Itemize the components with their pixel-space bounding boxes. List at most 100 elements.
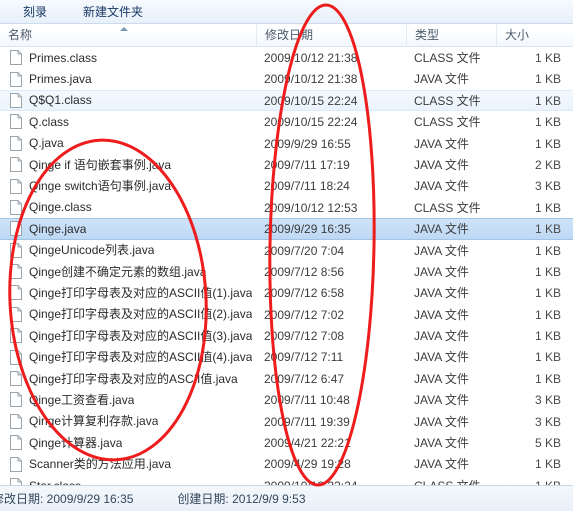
file-type: JAVA 文件 bbox=[414, 222, 469, 237]
new-folder-button[interactable]: 新建文件夹 bbox=[72, 0, 154, 23]
column-header-name[interactable]: 名称 bbox=[0, 24, 256, 47]
file-name-cell[interactable]: Primes.class bbox=[0, 48, 256, 67]
file-name-cell[interactable]: Q$Q1.class bbox=[0, 91, 256, 110]
file-name-cell[interactable]: Qinge工资查看.java bbox=[0, 390, 256, 409]
file-modified-date: 2009/7/20 7:04 bbox=[264, 243, 345, 258]
file-name-label: QingeUnicode列表.java bbox=[29, 243, 155, 258]
file-row[interactable]: Qinge工资查看.java 2009/7/11 10:48 JAVA 文件 3 KB bbox=[0, 389, 573, 410]
file-modified-date: 2009/7/12 6:47 bbox=[264, 371, 345, 386]
file-name-label: Q.class bbox=[29, 114, 70, 129]
column-header-row: 名称 修改日期 类型 大小 bbox=[0, 23, 573, 47]
file-type: JAVA 文件 bbox=[414, 157, 469, 172]
file-row[interactable]: Qinge计算复利存款.java 2009/7/11 19:39 JAVA 文件 3 … bbox=[0, 411, 573, 432]
file-modified-date: 2009/10/15 22:24 bbox=[264, 115, 358, 130]
file-name-label: Qinge.class bbox=[29, 200, 92, 215]
file-icon bbox=[10, 178, 22, 194]
file-icon bbox=[10, 349, 22, 365]
file-icon bbox=[10, 71, 22, 87]
file-list[interactable]: Primes.class 2009/10/12 21:38 CLASS 文件 1 KB… bbox=[0, 47, 573, 485]
file-modified-date: 2009/7/11 18:24 bbox=[264, 179, 350, 194]
file-icon bbox=[10, 478, 22, 485]
file-name-cell[interactable]: Qinge打印字母表及对应的ASCII值(1).java bbox=[0, 283, 256, 302]
file-row[interactable]: Qinge打印字母表及对应的ASCII值.java 2009/7/12 6:47 J… bbox=[0, 368, 573, 389]
file-name-label: Qinge switch语句事例.java bbox=[29, 179, 172, 194]
file-type: JAVA 文件 bbox=[414, 393, 469, 408]
file-name-cell[interactable]: Q.class bbox=[0, 112, 256, 131]
file-type: JAVA 文件 bbox=[414, 243, 469, 258]
file-name-cell[interactable]: Qinge.class bbox=[0, 198, 256, 217]
file-row[interactable]: Star.class 2009/10/12 22:24CLASS 文件1 KB bbox=[0, 475, 573, 485]
file-icon bbox=[10, 199, 22, 215]
file-type: JAVA 文件 bbox=[414, 457, 469, 472]
file-modified-date: 2009/7/12 6:58 bbox=[264, 286, 345, 301]
file-row[interactable]: Q.java 2009/9/29 16:55 JAVA 文件 1 KB bbox=[0, 133, 573, 154]
file-name-cell[interactable]: Qinge打印字母表及对应的ASCII值.java bbox=[0, 369, 256, 388]
file-name-label: Star.class bbox=[29, 476, 81, 485]
file-name-label: Qinge打印字母表及对应的ASCII值(3).java bbox=[29, 328, 253, 343]
file-name-cell[interactable]: Primes.java bbox=[0, 69, 256, 88]
file-icon bbox=[10, 306, 22, 322]
file-row[interactable]: Q.class 2009/10/15 22:24 CLASS 文件 1 KB bbox=[0, 111, 573, 132]
detail-modified-date: 修改日期: 2009/9/29 16:35 bbox=[0, 492, 134, 506]
file-icon bbox=[10, 264, 22, 280]
file-row[interactable]: QingeUnicode列表.java 2009/7/20 7:04 JAVA 文件… bbox=[0, 240, 573, 261]
file-row[interactable]: Qinge.class 2009/10/12 12:53 CLASS 文件 1 KB bbox=[0, 197, 573, 218]
file-name-cell[interactable]: Qinge创建不确定元素的数组.java bbox=[0, 262, 256, 281]
file-size: 1 KB bbox=[534, 457, 561, 472]
file-type: JAVA 文件 bbox=[414, 307, 469, 322]
file-name-label: Qinge计算器.java bbox=[29, 435, 123, 450]
column-header-size[interactable]: 大小 bbox=[496, 23, 573, 47]
file-row[interactable]: Q$Q1.class 2009/10/15 22:24 CLASS 文件 1 KB bbox=[0, 89, 573, 112]
file-name-cell[interactable]: Scanner类的方法应用.java bbox=[0, 454, 256, 473]
file-row[interactable]: Qinge switch语句事例.java 2009/7/11 18:24 JAVA… bbox=[0, 175, 573, 196]
file-modified-date: 2009/7/12 7:02 bbox=[264, 307, 345, 322]
file-name-cell[interactable]: Qinge.java bbox=[0, 219, 256, 238]
sort-ascending-icon bbox=[120, 26, 128, 31]
file-modified-date: 2009/10/12 12:53 bbox=[264, 200, 358, 215]
file-modified-date: 2009/4/21 22:21 bbox=[264, 436, 351, 451]
file-modified-date: 2009/9/29 16:55 bbox=[264, 136, 351, 151]
file-icon bbox=[10, 435, 22, 451]
file-row[interactable]: Scanner类的方法应用.java 2009/4/29 19:28 JAVA 文件… bbox=[0, 453, 573, 474]
file-name-cell[interactable]: QingeUnicode列表.java bbox=[0, 241, 256, 260]
file-size: 1 KB bbox=[534, 72, 561, 87]
file-row[interactable]: Qinge计算器.java 2009/4/21 22:21 JAVA 文件 5 KB bbox=[0, 432, 573, 453]
file-row[interactable]: Qinge创建不确定元素的数组.java 2009/7/12 8:56 JAVA 文… bbox=[0, 261, 573, 282]
file-type: JAVA 文件 bbox=[414, 264, 469, 279]
file-name-cell[interactable]: Qinge if 语句嵌套事例.java bbox=[0, 155, 256, 174]
file-size: 1 KB bbox=[534, 286, 561, 301]
column-header-date[interactable]: 修改日期 bbox=[256, 23, 406, 47]
file-name-label: Primes.class bbox=[29, 50, 98, 65]
file-row[interactable]: Qinge打印字母表及对应的ASCII值(2).java 2009/7/12 7:… bbox=[0, 304, 573, 325]
file-size: 3 KB bbox=[534, 414, 561, 429]
file-row[interactable]: Qinge打印字母表及对应的ASCII值(4).java 2009/7/12 7:… bbox=[0, 346, 573, 367]
file-row[interactable]: Qinge打印字母表及对应的ASCII值(1).java 2009/7/12 6:… bbox=[0, 282, 573, 303]
file-type: JAVA 文件 bbox=[414, 179, 469, 194]
file-modified-date: 2009/10/12 22:24 bbox=[256, 476, 406, 485]
file-name-cell[interactable]: Star.class bbox=[0, 476, 256, 485]
file-name-cell[interactable]: Qinge switch语句事例.java bbox=[0, 176, 256, 195]
file-type: JAVA 文件 bbox=[414, 436, 469, 451]
file-name-cell[interactable]: Qinge打印字母表及对应的ASCII值(4).java bbox=[0, 347, 256, 366]
column-header-name-label: 名称 bbox=[8, 27, 33, 42]
details-pane: 修改日期: 2009/9/29 16:35 创建日期: 2012/9/9 9:5… bbox=[0, 485, 573, 511]
file-name-label: Qinge打印字母表及对应的ASCII值.java bbox=[29, 371, 238, 386]
file-modified-date: 2009/4/29 19:28 bbox=[264, 457, 351, 472]
file-name-cell[interactable]: Qinge计算器.java bbox=[0, 433, 256, 452]
column-header-type[interactable]: 类型 bbox=[406, 23, 496, 47]
file-row[interactable]: Qinge if 语句嵌套事例.java 2009/7/11 17:19 JAVA … bbox=[0, 154, 573, 175]
file-name-label: Primes.java bbox=[29, 72, 92, 87]
burn-button[interactable]: 刻录 bbox=[12, 0, 58, 23]
file-row[interactable]: Qinge.java 2009/9/29 16:35 JAVA 文件 1 KB bbox=[0, 218, 573, 240]
file-icon bbox=[10, 413, 22, 429]
file-name-cell[interactable]: Q.java bbox=[0, 134, 256, 153]
file-name-label: Q.java bbox=[29, 136, 64, 151]
file-row[interactable]: Primes.class 2009/10/12 21:38 CLASS 文件 1 KB bbox=[0, 47, 573, 68]
file-name-cell[interactable]: Qinge打印字母表及对应的ASCII值(2).java bbox=[0, 305, 256, 324]
file-type: JAVA 文件 bbox=[414, 72, 469, 87]
file-size: 1 KB bbox=[534, 136, 561, 151]
file-row[interactable]: Qinge打印字母表及对应的ASCII值(3).java 2009/7/12 7:… bbox=[0, 325, 573, 346]
file-name-cell[interactable]: Qinge计算复利存款.java bbox=[0, 412, 256, 431]
file-name-cell[interactable]: Qinge打印字母表及对应的ASCII值(3).java bbox=[0, 326, 256, 345]
file-row[interactable]: Primes.java 2009/10/12 21:38 JAVA 文件 1 KB bbox=[0, 68, 573, 89]
